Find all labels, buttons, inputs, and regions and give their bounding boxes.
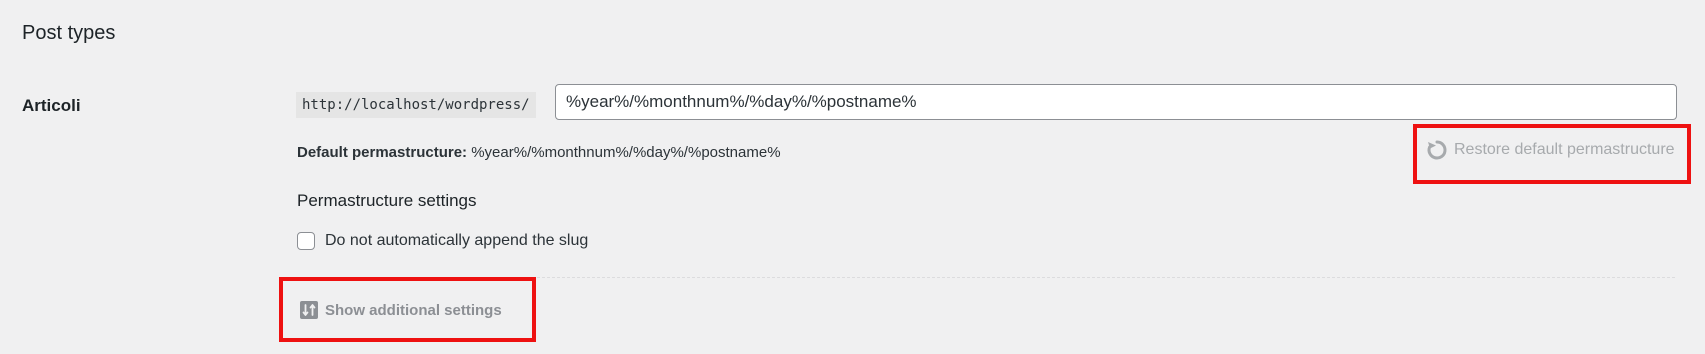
permastructure-input[interactable] [555, 84, 1677, 120]
settings-sliders-icon [300, 301, 318, 319]
append-slug-option[interactable]: Do not automatically append the slug [297, 232, 588, 250]
post-type-label: Articoli [22, 96, 81, 115]
show-additional-settings-label: Show additional settings [325, 301, 502, 319]
default-permastructure-label: Default permastructure: [297, 144, 468, 161]
show-additional-settings-button[interactable]: Show additional settings [300, 301, 502, 319]
restore-default-label: Restore default permastructure [1454, 141, 1675, 158]
default-permastructure-value: %year%/%monthnum%/%day%/%postname% [471, 144, 781, 161]
append-slug-checkbox[interactable] [297, 232, 315, 250]
restore-default-button[interactable]: Restore default permastructure [1426, 139, 1675, 161]
default-permastructure: Default permastructure: %year%/%monthnum… [297, 144, 781, 161]
permastructure-settings-heading: Permastructure settings [297, 191, 477, 210]
section-title: Post types [22, 22, 116, 44]
append-slug-label: Do not automatically append the slug [325, 232, 589, 249]
undo-icon [1426, 139, 1448, 161]
url-prefix: http://localhost/wordpress/ [296, 92, 536, 118]
